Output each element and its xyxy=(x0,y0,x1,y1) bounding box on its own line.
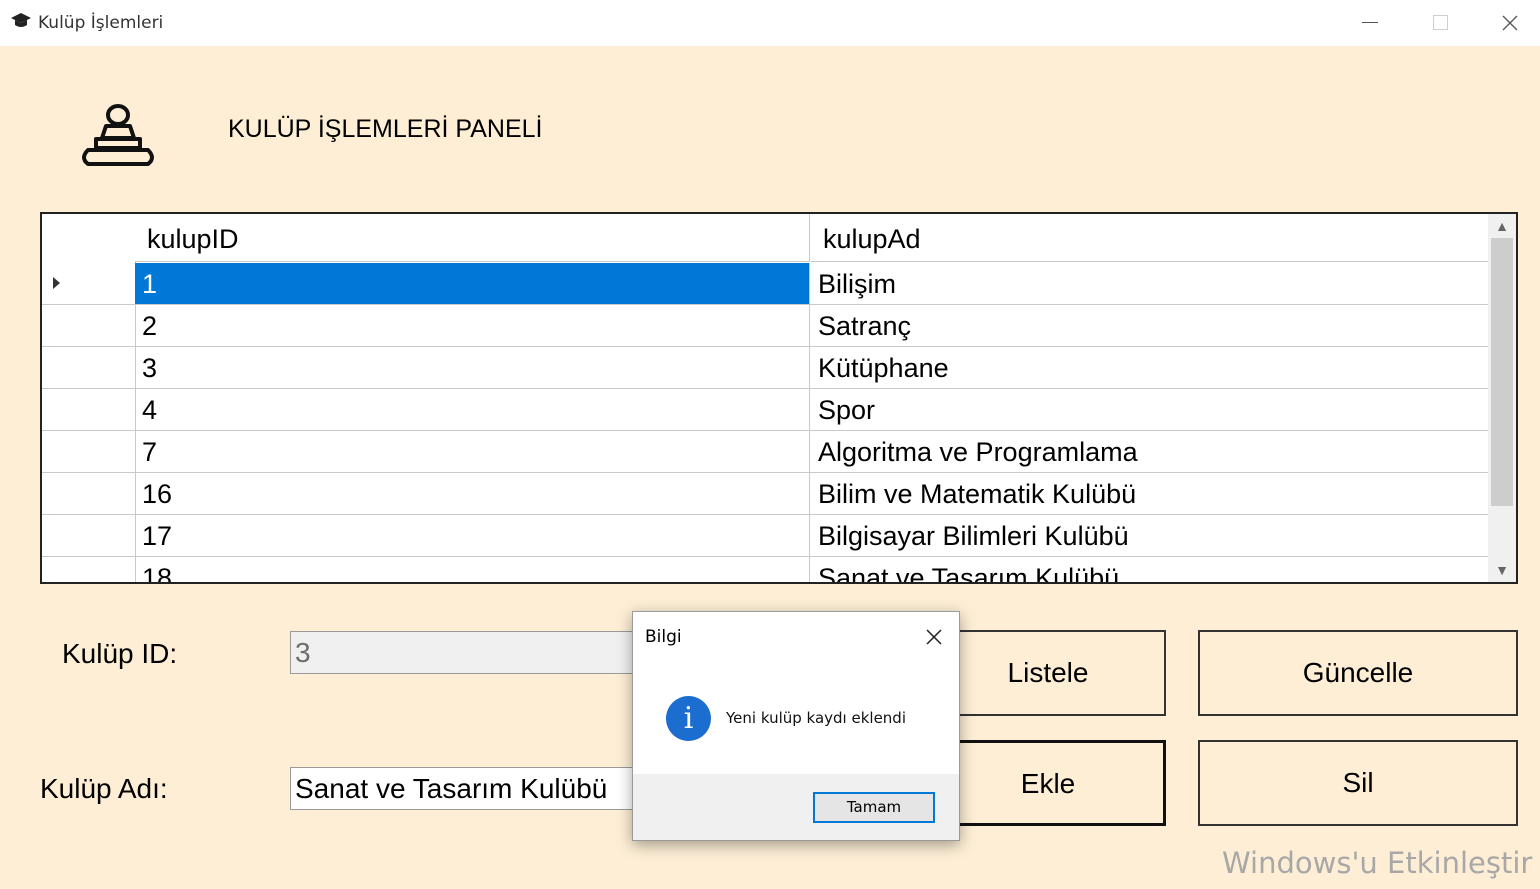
cell-kulupad[interactable]: Bilişim xyxy=(811,263,1488,304)
row-header[interactable] xyxy=(42,347,135,388)
row-header[interactable] xyxy=(42,557,135,582)
table-row[interactable]: 1 Bilişim xyxy=(42,263,1488,305)
title-bar: Kulüp İşlemleri xyxy=(0,0,1540,46)
table-row[interactable]: 2 Satranç xyxy=(42,305,1488,347)
chess-pawn-icon xyxy=(82,104,154,166)
minimize-button[interactable] xyxy=(1340,0,1400,46)
current-row-arrow-icon xyxy=(53,277,60,289)
row-header[interactable] xyxy=(42,389,135,430)
panel-title: KULÜP İŞLEMLERİ PANELİ xyxy=(228,115,543,143)
row-header[interactable] xyxy=(42,515,135,556)
delete-button[interactable]: Sil xyxy=(1198,740,1518,826)
scroll-down-arrow-icon[interactable]: ▼ xyxy=(1488,558,1516,582)
ok-button[interactable]: Tamam xyxy=(813,792,935,823)
cell-kulupid[interactable]: 3 xyxy=(135,347,810,388)
cell-kulupad[interactable]: Algoritma ve Programlama xyxy=(811,431,1488,472)
clubs-data-grid[interactable]: kulupID kulupAd 1 Bilişim 2 Satranç 3 Kü… xyxy=(40,212,1518,584)
vertical-scrollbar[interactable]: ▲ ▼ xyxy=(1488,214,1516,582)
close-icon[interactable] xyxy=(923,626,945,648)
club-id-label: Kulüp ID: xyxy=(62,638,178,669)
scrollbar-thumb[interactable] xyxy=(1491,238,1513,506)
table-row[interactable]: 3 Kütüphane xyxy=(42,347,1488,389)
row-header[interactable] xyxy=(42,305,135,346)
cell-kulupad[interactable]: Bilgisayar Bilimleri Kulübü xyxy=(811,515,1488,556)
club-id-field[interactable]: 3 xyxy=(290,631,635,674)
table-row[interactable]: 18 Sanat ve Tasarım Kulübü xyxy=(42,557,1488,582)
row-header[interactable] xyxy=(42,431,135,472)
graduation-cap-icon xyxy=(11,13,31,27)
cell-kulupid[interactable]: 1 xyxy=(135,263,810,304)
update-button[interactable]: Güncelle xyxy=(1198,630,1518,716)
dialog-title: Bilgi xyxy=(645,627,682,647)
close-window-button[interactable] xyxy=(1480,0,1540,46)
cell-kulupad[interactable]: Satranç xyxy=(811,305,1488,346)
table-row[interactable]: 4 Spor xyxy=(42,389,1488,431)
cell-kulupid[interactable]: 17 xyxy=(135,515,810,556)
club-name-label: Kulüp Adı: xyxy=(40,773,168,804)
close-icon xyxy=(1502,15,1518,31)
table-row[interactable]: 17 Bilgisayar Bilimleri Kulübü xyxy=(42,515,1488,557)
add-button[interactable]: Ekle xyxy=(930,740,1166,826)
scroll-up-arrow-icon[interactable]: ▲ xyxy=(1488,214,1516,238)
list-button[interactable]: Listele xyxy=(930,630,1166,716)
column-header-kulupad[interactable]: kulupAd xyxy=(811,214,1488,262)
row-header[interactable] xyxy=(42,263,135,304)
cell-kulupad[interactable]: Sanat ve Tasarım Kulübü xyxy=(811,557,1488,582)
cell-kulupad[interactable]: Bilim ve Matematik Kulübü xyxy=(811,473,1488,514)
dialog-footer: Tamam xyxy=(633,774,959,840)
cell-kulupid[interactable]: 7 xyxy=(135,431,810,472)
cell-kulupid[interactable]: 4 xyxy=(135,389,810,430)
cell-kulupid[interactable]: 2 xyxy=(135,305,810,346)
window-title: Kulüp İşlemleri xyxy=(38,13,164,33)
info-message-box: Bilgi i Yeni kulüp kaydı eklendi Tamam xyxy=(632,611,960,841)
activation-watermark: Windows'u Etkinleştir xyxy=(1222,846,1533,880)
maximize-button[interactable] xyxy=(1410,0,1470,46)
row-header[interactable] xyxy=(42,473,135,514)
cell-kulupad[interactable]: Kütüphane xyxy=(811,347,1488,388)
column-header-kulupid[interactable]: kulupID xyxy=(135,214,810,262)
cell-kulupid[interactable]: 16 xyxy=(135,473,810,514)
cell-kulupad[interactable]: Spor xyxy=(811,389,1488,430)
info-icon: i xyxy=(666,696,711,741)
table-row[interactable]: 16 Bilim ve Matematik Kulübü xyxy=(42,473,1488,515)
dialog-message: Yeni kulüp kaydı eklendi xyxy=(726,709,906,727)
club-name-field[interactable]: Sanat ve Tasarım Kulübü xyxy=(290,767,635,810)
table-row[interactable]: 7 Algoritma ve Programlama xyxy=(42,431,1488,473)
cell-kulupid[interactable]: 18 xyxy=(135,557,810,582)
